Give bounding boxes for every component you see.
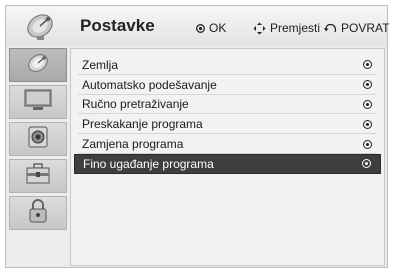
- hint-move: Premjesti: [253, 21, 320, 35]
- sidebar-item-tools[interactable]: [9, 159, 67, 193]
- ok-button-icon: [196, 23, 205, 33]
- header-bar: Postavke OK Premjesti POVRAT: [6, 6, 389, 46]
- menu-item-label: Automatsko podešavanje: [82, 77, 217, 92]
- menu-item-label: Zemlja: [82, 57, 119, 72]
- satellite-dish-icon: [25, 50, 51, 81]
- sidebar-item-lock[interactable]: [9, 196, 67, 230]
- menu-item-country[interactable]: Zemlja: [74, 55, 381, 75]
- menu-list: Zemlja Automatsko podešavanje Ručno pret…: [74, 55, 381, 174]
- select-radio-icon: [362, 159, 371, 169]
- hint-back-label: POVRAT: [341, 21, 390, 35]
- select-radio-icon: [363, 60, 372, 70]
- select-radio-icon: [363, 139, 372, 149]
- menu-item-program-skip[interactable]: Preskakanje programa: [74, 114, 381, 134]
- menu-item-label: Preskakanje programa: [82, 117, 203, 132]
- hint-ok-label: OK: [209, 21, 227, 35]
- back-arrow-icon: [324, 23, 337, 34]
- toolbox-icon: [24, 162, 52, 191]
- menu-item-program-swap[interactable]: Zamjena programa: [74, 134, 381, 154]
- settings-window: Postavke OK Premjesti POVRAT Zemlja Auto…: [5, 5, 389, 268]
- menu-item-label: Zamjena programa: [82, 137, 184, 152]
- sidebar-item-channels[interactable]: [9, 48, 67, 82]
- page-title: Postavke: [80, 16, 155, 35]
- satellite-dish-icon: [15, 8, 65, 44]
- sidebar-item-picture[interactable]: [9, 85, 67, 119]
- menu-item-label: Ručno pretraživanje: [82, 97, 189, 112]
- hint-back: POVRAT: [324, 21, 389, 35]
- settings-menu-panel: Zemlja Automatsko podešavanje Ručno pret…: [70, 48, 385, 266]
- padlock-icon: [27, 198, 49, 229]
- monitor-icon: [23, 88, 53, 117]
- menu-item-fine-tuning[interactable]: Fino ugađanje programa: [74, 153, 381, 174]
- menu-item-label: Fino ugađanje programa: [83, 156, 214, 171]
- select-radio-icon: [363, 99, 372, 109]
- arrow-keys-icon: [253, 22, 266, 35]
- menu-item-manual-search[interactable]: Ručno pretraživanje: [74, 95, 381, 115]
- hint-ok: OK: [196, 21, 226, 35]
- select-radio-icon: [363, 119, 372, 129]
- category-sidebar: [9, 48, 67, 266]
- speaker-icon: [26, 125, 50, 154]
- hint-move-label: Premjesti: [270, 21, 321, 35]
- select-radio-icon: [363, 80, 372, 90]
- sidebar-item-audio[interactable]: [9, 122, 67, 156]
- menu-item-auto-tuning[interactable]: Automatsko podešavanje: [74, 75, 381, 95]
